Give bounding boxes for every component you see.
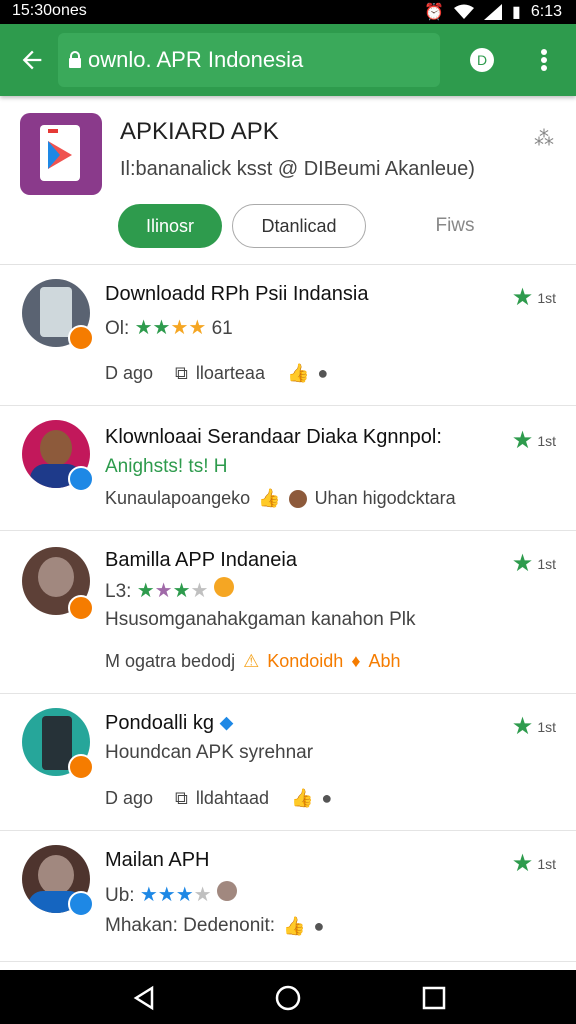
tab-switcher-icon[interactable]: D [466,44,498,76]
dot-icon: ● [317,363,329,383]
item-meta: M ogatra bedodj [105,651,236,671]
list-item[interactable]: Downloadd RPh Psii Indansia Ol: ★★★★ 61 … [0,265,576,406]
play-logo-icon [48,129,72,169]
rate-label: 1st [537,432,556,449]
star-icon: ★ [511,713,534,740]
thumb-up-icon[interactable]: 👍 [283,916,305,937]
bell-icon: ♦ [351,651,361,671]
item-title: Pondoalli kg [105,712,214,734]
emoji-icon [213,577,234,597]
star-icon: ★ [511,550,534,577]
home-icon[interactable] [274,984,302,1012]
wifi-icon [454,4,475,19]
list-item[interactable]: Klownloaai Serandaar Diaka Kgnnpol: Anig… [0,406,576,531]
copy-icon[interactable]: ⧉ [175,363,188,384]
shield-badge-icon [68,754,94,780]
rating-count: 61 [211,318,233,339]
item-title: Bamilla APP Indaneia [105,549,297,571]
app-subtitle: Il:bananalick ksst @ DIBeumi Akanleue) [120,158,475,180]
item-date: D ago [105,788,154,808]
url-text: ownlo. APR Indonesia [88,47,304,72]
shield-badge-icon [68,595,94,621]
verified-icon: ⬥ [219,712,234,734]
signal-icon [484,4,503,20]
shield-badge-icon [68,325,94,351]
item-meta: lldahtaad [195,788,269,808]
star-icon: ★ [511,850,534,877]
verified-badge-icon [68,891,94,917]
status-bar: 15:30ones ⏰ ▮ 6:13 [0,0,576,24]
rate-label: 1st [537,718,556,735]
rate-label: 1st [537,855,556,872]
item-title: Klownloaai Serandaar Diaka Kgnnpol: [105,426,442,448]
star-rating-icon: ★★★★ [134,317,207,339]
app-title: APKIARD APK [120,118,279,145]
svg-text:D: D [477,52,487,68]
app-icon [20,113,102,195]
item-meta: Kondoidh [267,651,344,671]
list-item[interactable]: Pondoalli kg ⬥ Houndcan APK syrehnar D a… [0,694,576,831]
more-vert-icon[interactable] [530,44,558,76]
item-label: Anighsts! ts! H [105,456,228,477]
url-bar[interactable]: ownlo. APR Indonesia [58,33,440,87]
browser-toolbar: ownlo. APR Indonesia D [0,24,576,96]
item-meta: lloarteaa [195,363,265,383]
item-label: L3: [105,581,132,602]
item-description: Mhakan: Dedenonit: [105,915,276,936]
list-item[interactable]: Mailan APH Ub: ★★★★ Mhakan: Dedenonit: 👍… [0,831,576,962]
app-header: APKIARD APK Il:bananalick ksst @ DIBeumi… [0,96,576,265]
battery-icon: ▮ [512,4,521,21]
star-icon: ★ [511,284,534,311]
item-meta: Abh [368,651,401,671]
thumb-up-icon[interactable]: 👍 [291,788,313,809]
item-date: D ago [105,363,154,383]
thumb-up-icon[interactable]: 👍 [287,363,309,384]
dot-icon: ● [313,915,325,936]
avatar-small [288,489,307,508]
item-label: Houndcan APK syrehnar [105,742,314,763]
verified-badge-icon [68,466,94,492]
emoji-icon [216,881,237,901]
item-label: Ol: [105,318,130,339]
item-meta: Uhan higodcktara [314,488,456,508]
item-meta: Kunaulapoangeko [105,488,251,508]
share-icon[interactable]: ⁂ [534,126,554,151]
star-rating-icon: ★★★★ [139,884,212,906]
rate-label: 1st [537,555,556,572]
item-title: Downloadd RPh Psii Indansia [105,283,369,305]
item-title: Mailan APH [105,849,210,871]
back-icon[interactable] [130,984,158,1012]
download-button[interactable]: Dtanlicad [232,204,366,248]
list-item[interactable]: Bamilla APP Indaneia L3: ★★★★ Hsusomgana… [0,531,576,694]
files-button[interactable]: Fiws [410,204,500,248]
back-arrow-icon[interactable] [18,46,46,74]
star-icon: ★ [511,427,534,454]
dot-icon: ● [321,788,333,808]
thumb-up-icon[interactable]: 👍 [258,488,280,509]
copy-icon[interactable]: ⧉ [175,788,188,809]
warning-icon: ⚠ [243,651,260,671]
status-battery-time: 6:13 [530,3,562,20]
item-description: Hsusomganahakgaman kanahon Plk [105,609,416,630]
item-label: Ub: [105,885,135,906]
recents-icon[interactable] [420,984,448,1012]
install-button[interactable]: Ilinosr [118,204,222,248]
alarm-icon: ⏰ [424,4,445,21]
star-rating-icon: ★★★★ [136,580,209,602]
rate-label: 1st [537,289,556,306]
status-time: 15:30ones [12,2,87,19]
system-nav-bar [0,970,576,1024]
lock-icon [69,51,81,68]
